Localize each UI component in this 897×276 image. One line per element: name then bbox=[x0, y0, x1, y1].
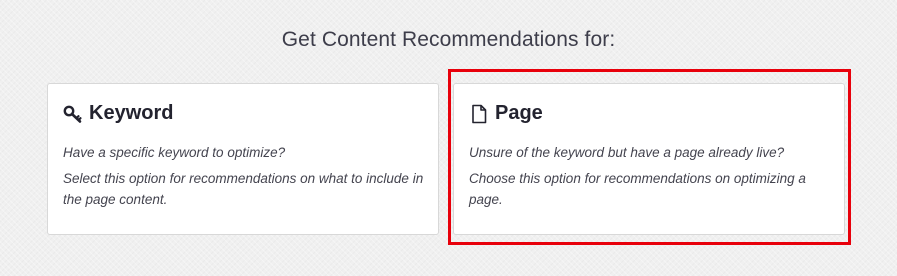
page-option-description: Choose this option for recommendations o… bbox=[469, 171, 806, 207]
document-icon bbox=[469, 104, 489, 124]
page-option-question: Unsure of the keyword but have a page al… bbox=[469, 145, 785, 160]
page-option-label: Page bbox=[495, 102, 543, 124]
key-icon bbox=[63, 104, 83, 124]
keyword-option-title: Keyword bbox=[63, 102, 173, 125]
page-option-card[interactable]: Page Unsure of the keyword but have a pa… bbox=[453, 83, 845, 235]
page-option-body: Unsure of the keyword but have a page al… bbox=[469, 142, 834, 215]
keyword-option-description: Select this option for recommendations o… bbox=[63, 171, 424, 207]
keyword-option-card[interactable]: Keyword Have a specific keyword to optim… bbox=[47, 83, 439, 235]
page-option-title: Page bbox=[469, 102, 543, 125]
page-heading: Get Content Recommendations for: bbox=[281, 28, 616, 51]
keyword-option-body: Have a specific keyword to optimize? Sel… bbox=[63, 142, 428, 215]
keyword-option-label: Keyword bbox=[89, 102, 174, 124]
keyword-option-question: Have a specific keyword to optimize? bbox=[63, 145, 286, 160]
